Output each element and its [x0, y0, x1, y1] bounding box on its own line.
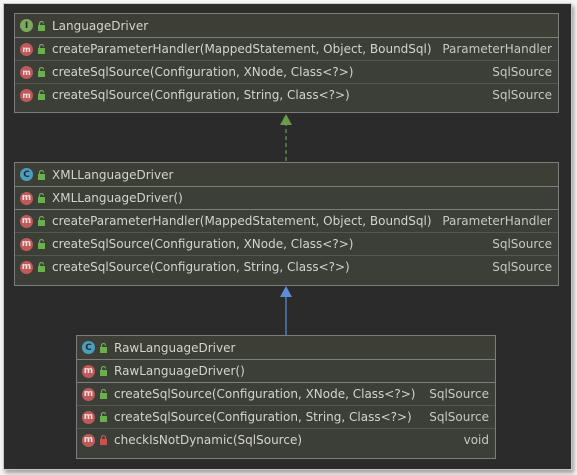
member-name: checkIsNotDynamic(SqlSource): [114, 433, 303, 447]
class-icon: C: [20, 168, 33, 181]
method-icon: m: [20, 260, 33, 274]
public-visibility-icon: [36, 216, 46, 227]
method-icon: m: [20, 237, 33, 251]
member-row[interactable]: m createSqlSource(Configuration, XNode, …: [77, 383, 495, 406]
xmllanguagedriver-header: C XMLLanguageDriver: [15, 163, 558, 187]
member-name: createSqlSource(Configuration, String, C…: [52, 260, 350, 274]
member-row[interactable]: m createSqlSource(Configuration, String,…: [15, 256, 558, 278]
private-lock-icon: [98, 435, 108, 446]
member-name: createSqlSource(Configuration, XNode, Cl…: [52, 237, 354, 251]
xmllanguagedriver-title: XMLLanguageDriver: [52, 167, 174, 182]
method-icon: m: [82, 410, 95, 424]
member-type: void: [463, 433, 489, 447]
public-visibility-icon: [36, 20, 46, 31]
member-type: SqlSource: [492, 237, 552, 251]
public-visibility-icon: [36, 67, 46, 78]
abstract-method-icon: m: [20, 65, 33, 79]
member-name: createParameterHandler(MappedStatement, …: [52, 42, 432, 56]
member-row[interactable]: m checkIsNotDynamic(SqlSource) void: [77, 429, 495, 451]
languagedriver-interface-box[interactable]: I LanguageDriver m createParameterHandle…: [14, 13, 559, 113]
member-name: createSqlSource(Configuration, String, C…: [52, 88, 350, 102]
member-type: SqlSource: [492, 88, 552, 102]
public-visibility-icon: [36, 262, 46, 273]
method-icon: m: [20, 191, 33, 205]
member-type: ParameterHandler: [442, 42, 552, 56]
member-row[interactable]: m createSqlSource(Configuration, String,…: [77, 406, 495, 429]
languagedriver-header: I LanguageDriver: [15, 14, 558, 38]
rawlanguagedriver-header: C RawLanguageDriver: [77, 336, 495, 360]
member-name: createParameterHandler(MappedStatement, …: [52, 214, 432, 228]
implements-arrowhead: [280, 114, 292, 125]
abstract-method-icon: m: [20, 42, 33, 56]
member-type: SqlSource: [492, 260, 552, 274]
member-type: SqlSource: [492, 65, 552, 79]
abstract-method-icon: m: [20, 88, 33, 102]
member-row[interactable]: m createSqlSource(Configuration, XNode, …: [15, 233, 558, 256]
member-name: createSqlSource(Configuration, XNode, Cl…: [114, 387, 416, 401]
public-visibility-icon: [98, 412, 108, 423]
constructor-row[interactable]: m RawLanguageDriver(): [77, 360, 495, 383]
member-type: SqlSource: [429, 410, 489, 424]
method-icon: m: [20, 214, 33, 228]
xmllanguagedriver-class-box[interactable]: C XMLLanguageDriver m XMLLanguageDriver(…: [14, 162, 559, 286]
constructor-name: RawLanguageDriver(): [114, 364, 245, 378]
public-visibility-icon: [98, 389, 108, 400]
public-visibility-icon: [36, 169, 46, 180]
constructor-name: XMLLanguageDriver(): [52, 191, 183, 205]
extends-arrowhead: [280, 286, 292, 297]
public-visibility-icon: [36, 90, 46, 101]
languagedriver-title: LanguageDriver: [52, 18, 149, 33]
public-visibility-icon: [36, 239, 46, 250]
member-row[interactable]: m createSqlSource(Configuration, XNode, …: [15, 61, 558, 84]
public-visibility-icon: [98, 366, 108, 377]
member-type: ParameterHandler: [442, 214, 552, 228]
method-icon: m: [82, 364, 95, 378]
interface-icon: I: [20, 19, 33, 32]
diagram-canvas: I LanguageDriver m createParameterHandle…: [3, 3, 572, 470]
member-row[interactable]: m createSqlSource(Configuration, String,…: [15, 84, 558, 106]
public-visibility-icon: [36, 44, 46, 55]
method-icon: m: [82, 433, 95, 447]
class-icon: C: [82, 341, 95, 354]
member-row[interactable]: m createParameterHandler(MappedStatement…: [15, 210, 558, 233]
constructor-row[interactable]: m XMLLanguageDriver(): [15, 187, 558, 210]
member-name: createSqlSource(Configuration, String, C…: [114, 410, 412, 424]
member-row[interactable]: m createParameterHandler(MappedStatement…: [15, 38, 558, 61]
public-visibility-icon: [36, 193, 46, 204]
rawlanguagedriver-class-box[interactable]: C RawLanguageDriver m RawLanguageDriver(…: [76, 335, 496, 459]
member-name: createSqlSource(Configuration, XNode, Cl…: [52, 65, 354, 79]
rawlanguagedriver-title: RawLanguageDriver: [114, 340, 236, 355]
method-icon: m: [82, 387, 95, 401]
public-visibility-icon: [98, 342, 108, 353]
member-type: SqlSource: [429, 387, 489, 401]
